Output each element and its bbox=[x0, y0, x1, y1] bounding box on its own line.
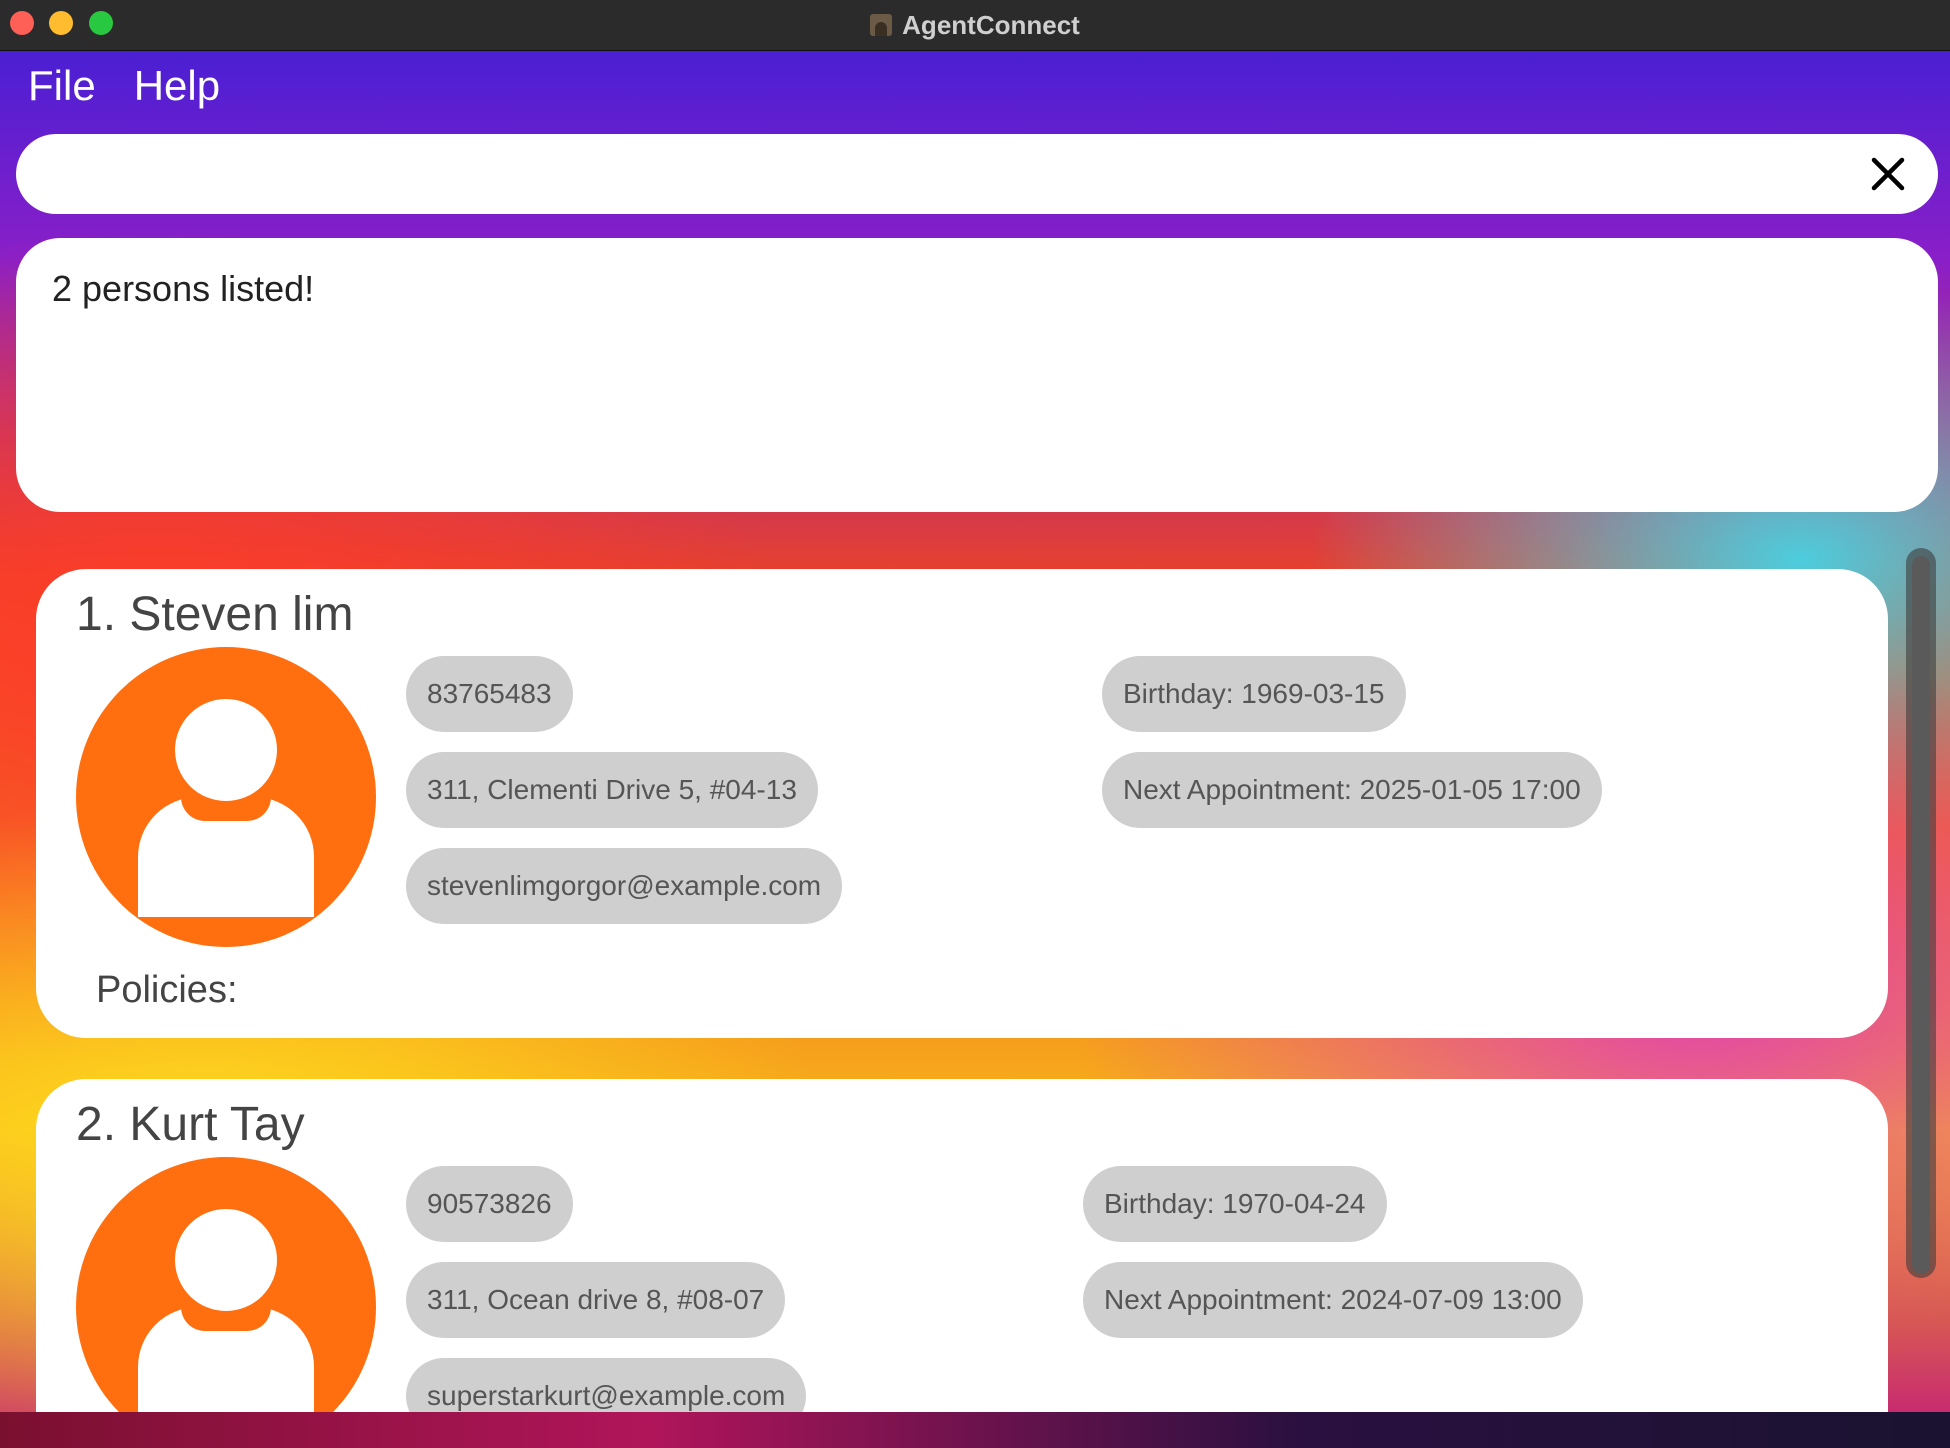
appointment-chip: Next Appointment: 2024-07-09 13:00 bbox=[1083, 1262, 1583, 1338]
policies-label: Policies: bbox=[96, 969, 238, 1011]
email-chip: stevenlimgorgor@example.com bbox=[406, 848, 843, 924]
command-input[interactable] bbox=[52, 134, 1856, 216]
phone-chip: 83765483 bbox=[406, 656, 573, 732]
desktop-background-strip bbox=[0, 1412, 1950, 1448]
birthday-chip: Birthday: 1969-03-15 bbox=[1102, 656, 1406, 732]
person-card[interactable]: 2. Kurt Tay 90573826 311, Ocean drive 8,… bbox=[36, 1079, 1888, 1412]
title-bar: AgentConnect bbox=[0, 0, 1950, 51]
menu-bar: File Help bbox=[0, 51, 230, 121]
person-avatar-icon bbox=[76, 1157, 376, 1412]
address-chip: 311, Ocean drive 8, #08-07 bbox=[406, 1262, 786, 1338]
person-name: 1. Steven lim bbox=[76, 588, 354, 641]
result-display: 2 persons listed! bbox=[16, 238, 1938, 512]
list-scrollbar-thumb[interactable] bbox=[1912, 556, 1930, 1274]
menu-file[interactable]: File bbox=[28, 62, 96, 110]
phone-chip: 90573826 bbox=[406, 1166, 573, 1242]
app-window: AgentConnect File Help 2 persons listed!… bbox=[0, 0, 1950, 1448]
clear-command-button[interactable] bbox=[1864, 150, 1912, 198]
person-card[interactable]: 1. Steven lim 83765483 311, Clementi Dri… bbox=[36, 569, 1888, 1038]
birthday-chip: Birthday: 1970-04-24 bbox=[1083, 1166, 1387, 1242]
appointment-chip: Next Appointment: 2025-01-05 17:00 bbox=[1102, 752, 1602, 828]
result-message: 2 persons listed! bbox=[52, 268, 315, 309]
window-title: AgentConnect bbox=[902, 9, 1080, 40]
person-avatar-icon bbox=[76, 647, 376, 947]
app-icon bbox=[870, 14, 893, 36]
email-chip: superstarkurt@example.com bbox=[406, 1358, 807, 1412]
person-list: 1. Steven lim 83765483 311, Clementi Dri… bbox=[0, 540, 1950, 1412]
address-chip: 311, Clementi Drive 5, #04-13 bbox=[406, 752, 818, 828]
person-name: 2. Kurt Tay bbox=[76, 1098, 305, 1151]
close-icon bbox=[1871, 157, 1905, 191]
menu-help[interactable]: Help bbox=[134, 62, 220, 110]
command-box bbox=[16, 134, 1938, 216]
